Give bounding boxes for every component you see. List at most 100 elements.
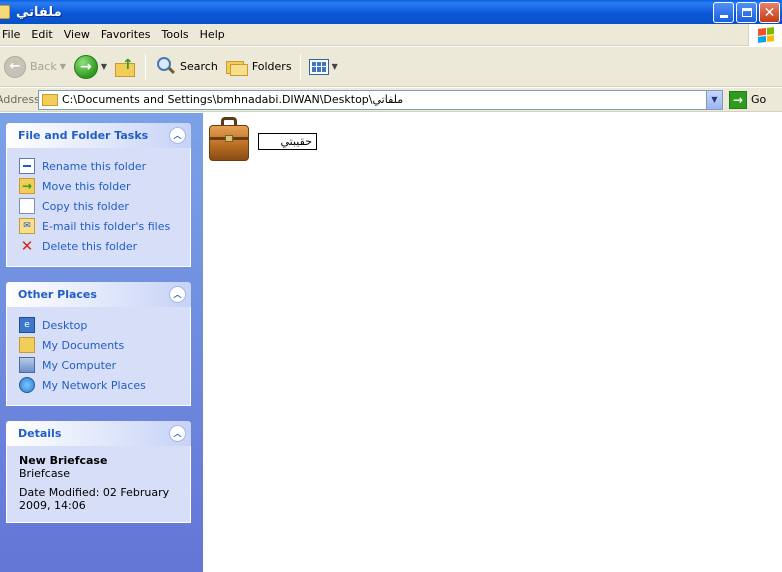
task-label: Rename this folder [42, 159, 147, 173]
folders-button[interactable]: Folders [222, 50, 296, 84]
go-arrow-icon: → [729, 90, 747, 109]
my-computer-icon [19, 357, 35, 373]
task-rename-folder[interactable]: Rename this folder [19, 156, 180, 176]
folder-content-area[interactable]: حقيبتي [203, 113, 782, 572]
panel-title: Other Places [18, 288, 97, 301]
toolbar-separator [145, 53, 147, 80]
details-date-modified-cont: 2009, 14:06 [19, 499, 86, 512]
place-my-documents[interactable]: My Documents [19, 335, 180, 355]
back-arrow-icon: ← [4, 55, 26, 78]
panel-header[interactable]: Details ︿ [6, 421, 191, 446]
task-label: Move this folder [42, 179, 131, 193]
panel-header[interactable]: File and Folder Tasks ︿ [6, 123, 191, 148]
details-panel: Details ︿ New Briefcase Briefcase Date M… [6, 421, 191, 523]
place-label: My Computer [42, 358, 117, 372]
windows-logo [748, 24, 782, 46]
collapse-chevron-icon[interactable]: ︿ [169, 286, 186, 303]
maximize-button[interactable] [736, 2, 757, 23]
menu-edit[interactable]: Edit [28, 28, 58, 41]
panel-title: Details [18, 427, 62, 440]
panel-body: e Desktop My Documents My Computer My Ne… [6, 307, 191, 406]
toolbar-separator [299, 53, 301, 80]
standard-toolbar: ← Back ▼ → ▼ ↑ Search Folders ▼ [0, 47, 782, 87]
task-copy-folder[interactable]: Copy this folder [19, 196, 180, 216]
views-icon [308, 58, 329, 75]
task-pane: File and Folder Tasks ︿ Rename this fold… [0, 113, 203, 572]
panel-header[interactable]: Other Places ︿ [6, 282, 191, 307]
address-bar: Address C:\Documents and Settings\bmhnad… [0, 88, 782, 112]
task-delete-folder[interactable]: ✕ Delete this folder [19, 236, 180, 256]
title-bar[interactable]: ملفاتي ✕ [0, 0, 782, 24]
folders-icon [225, 58, 248, 76]
task-label: Copy this folder [42, 199, 129, 213]
task-move-folder[interactable]: → Move this folder [19, 176, 180, 196]
views-button[interactable]: ▼ [305, 50, 342, 84]
file-folder-tasks-panel: File and Folder Tasks ︿ Rename this fold… [6, 123, 191, 267]
back-button[interactable]: ← Back ▼ [0, 50, 70, 84]
go-label: Go [751, 93, 767, 106]
folders-label: Folders [251, 60, 292, 73]
menu-view[interactable]: View [61, 28, 96, 41]
delete-icon: ✕ [20, 237, 34, 255]
window-controls: ✕ [713, 2, 780, 23]
address-dropdown-button[interactable]: ▼ [706, 90, 722, 109]
collapse-chevron-icon[interactable]: ︿ [169, 127, 186, 144]
other-places-panel: Other Places ︿ e Desktop My Documents My… [6, 282, 191, 406]
briefcase-item[interactable]: حقيبتي [207, 117, 317, 163]
window-title: ملفاتي [16, 4, 62, 20]
menu-tools[interactable]: Tools [159, 28, 195, 41]
windows-flag-icon [757, 27, 774, 43]
details-date-modified: Date Modified: 02 February [19, 486, 170, 499]
forward-button[interactable]: → ▼ [70, 50, 111, 84]
minimize-icon [719, 15, 728, 18]
search-label: Search [180, 60, 218, 73]
chevron-down-icon: ▼ [711, 95, 718, 104]
address-input[interactable]: C:\Documents and Settings\bmhnadabi.DIWA… [38, 89, 723, 110]
panel-body: New Briefcase Briefcase Date Modified: 0… [6, 446, 191, 523]
rename-icon [19, 158, 35, 174]
menu-favorites[interactable]: Favorites [98, 28, 157, 41]
forward-dropdown-icon[interactable]: ▼ [101, 62, 107, 71]
place-label: My Network Places [42, 378, 146, 392]
address-label: Address [0, 93, 40, 106]
minimize-button[interactable] [713, 2, 734, 23]
folder-icon [0, 5, 10, 19]
menu-bar: File Edit View Favorites Tools Help [0, 24, 782, 46]
views-dropdown-icon[interactable]: ▼ [332, 62, 338, 71]
details-item-type: Briefcase [19, 467, 71, 480]
move-folder-icon: → [19, 178, 35, 194]
place-desktop[interactable]: e Desktop [19, 315, 180, 335]
up-button[interactable]: ↑ [111, 50, 141, 84]
address-value: C:\Documents and Settings\bmhnadabi.DIWA… [62, 93, 404, 106]
maximize-icon [741, 8, 752, 17]
collapse-chevron-icon[interactable]: ︿ [169, 425, 186, 442]
network-places-icon [19, 377, 35, 393]
desktop-icon: e [19, 317, 35, 333]
menu-help[interactable]: Help [197, 28, 231, 41]
forward-arrow-icon: → [73, 54, 98, 79]
place-my-computer[interactable]: My Computer [19, 355, 180, 375]
up-folder-icon: ↑ [115, 57, 137, 77]
menu-file[interactable]: File [0, 28, 26, 41]
task-label: E-mail this folder's files [42, 219, 171, 233]
search-button[interactable]: Search [150, 50, 222, 84]
place-label: Desktop [42, 318, 88, 332]
rename-input[interactable]: حقيبتي [258, 133, 317, 150]
email-icon: ✉ [19, 218, 35, 234]
task-email-files[interactable]: ✉ E-mail this folder's files [19, 216, 180, 236]
close-button[interactable]: ✕ [759, 2, 780, 23]
go-button[interactable]: → Go [729, 90, 767, 109]
briefcase-icon[interactable] [207, 117, 251, 163]
search-icon [154, 56, 176, 78]
copy-folder-icon [19, 198, 35, 214]
panel-title: File and Folder Tasks [18, 129, 149, 142]
task-label: Delete this folder [42, 239, 138, 253]
panel-body: Rename this folder → Move this folder Co… [6, 148, 191, 267]
details-item-name: New Briefcase [19, 454, 108, 467]
my-documents-icon [19, 337, 35, 353]
folder-icon [42, 93, 58, 106]
place-network[interactable]: My Network Places [19, 375, 180, 395]
back-dropdown-icon[interactable]: ▼ [60, 62, 66, 71]
close-icon: ✕ [763, 4, 776, 21]
back-label: Back [30, 60, 57, 73]
